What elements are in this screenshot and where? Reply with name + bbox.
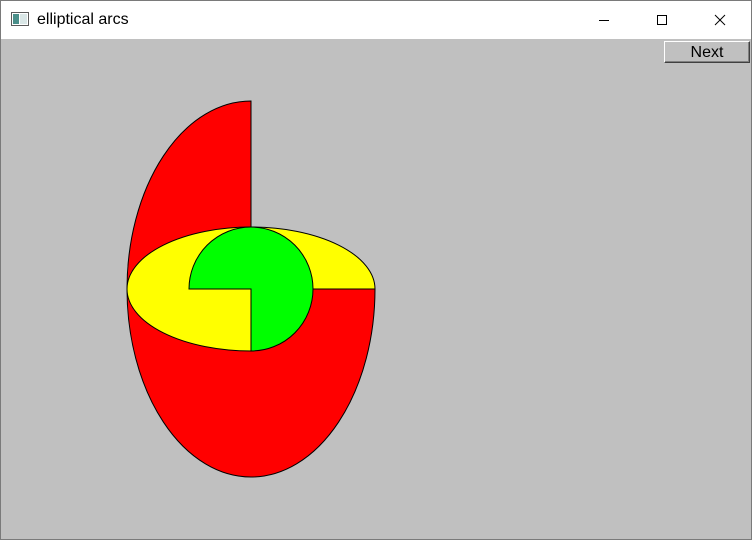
app-window: elliptical arcs Next bbox=[0, 0, 752, 540]
maximize-button[interactable] bbox=[633, 1, 691, 39]
minimize-button[interactable] bbox=[575, 1, 633, 39]
close-button[interactable] bbox=[691, 1, 749, 39]
maximize-icon bbox=[657, 15, 667, 25]
close-icon bbox=[714, 14, 726, 26]
app-window-icon bbox=[11, 12, 29, 26]
window-title: elliptical arcs bbox=[37, 11, 129, 28]
minimize-icon bbox=[599, 20, 609, 21]
drawing-canvas bbox=[126, 100, 376, 478]
client-area: Next bbox=[1, 39, 751, 539]
next-button[interactable]: Next bbox=[664, 41, 750, 63]
title-bar[interactable]: elliptical arcs bbox=[1, 1, 751, 39]
